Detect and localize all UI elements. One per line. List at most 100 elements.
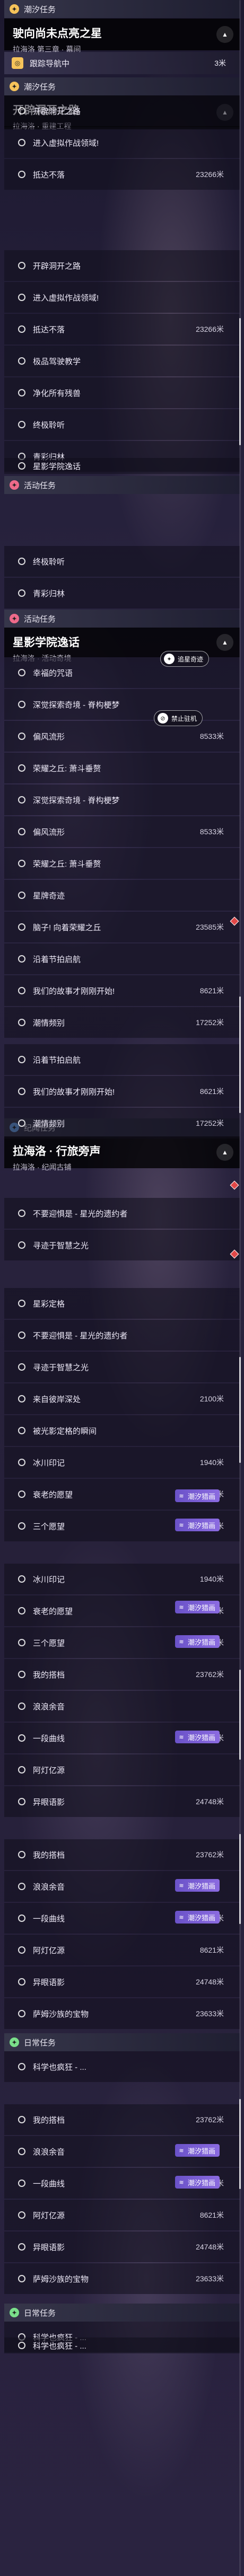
quest-step-row[interactable]: 沿着节拍启航 — [4, 1044, 240, 1075]
quest-step-row[interactable]: 脑子! 向着荣耀之丘 23585米 — [4, 912, 240, 942]
quest-step-row[interactable]: 阿灯亿源 8621米 — [4, 1935, 240, 1965]
section-header: ✦ 潮汐任务 — [4, 0, 240, 18]
quest-step-row[interactable]: 我的搭档 23762米 — [4, 1659, 240, 1690]
step-circle-icon — [18, 2010, 25, 2017]
step-circle-icon — [18, 987, 25, 994]
quest-step-row[interactable]: 终极聆听 — [4, 546, 240, 577]
quest-step-row[interactable]: 寻迹于智慧之光 — [4, 1352, 240, 1382]
step-text: 终极聆听 — [33, 420, 65, 430]
quest-step-row[interactable]: 荣耀之丘: 萧斗垂赘 — [4, 848, 240, 879]
quest-step-row[interactable]: 异眼语影 24748米 — [4, 2231, 240, 2262]
quest-step-row[interactable]: 我们的故事才刚刚开始! 8621米 — [4, 975, 240, 1006]
quest-step-row[interactable]: 科学也疯狂 - ... — [4, 2051, 240, 2082]
quest-step-row[interactable]: 异眼语影 24748米 — [4, 1966, 240, 1997]
tracking-bar[interactable]: ◎ 跟踪导航中 3米 — [4, 52, 240, 74]
step-distance: 8533米 — [199, 732, 224, 740]
quest-step-row[interactable]: 萨姆沙族的宝物 23633米 — [4, 1998, 240, 2029]
chevron-up-icon[interactable]: ▲ — [216, 1144, 233, 1161]
scrollbar-thumb[interactable] — [239, 1357, 241, 1463]
quest-step-row[interactable]: 净化所有残兽 — [4, 377, 240, 408]
section-dot-icon: ✦ — [10, 2037, 19, 2047]
quest-header[interactable]: 驶向尚未点亮之星 拉海洛 第三章 · 幕间 ▲ — [4, 19, 240, 54]
quest-step-row-partial[interactable]: 科学也疯狂 - ... — [4, 2337, 240, 2353]
quest-step-row[interactable]: 来自彼岸深处 2100米 — [4, 1383, 240, 1414]
quest-step-row[interactable]: 开辟洞开之路 — [4, 95, 240, 126]
scrollbar-thumb[interactable] — [239, 1670, 241, 1760]
step-circle-icon — [18, 892, 25, 899]
badge-label: 潮汐猎画 — [188, 1913, 216, 1922]
quest-step-row[interactable]: 沿着节拍启航 — [4, 943, 240, 974]
quest-title: 拉海洛 · 行旅旁声 — [13, 1145, 101, 1158]
quest-step-row-partial[interactable]: 星影学院逸话 — [4, 458, 240, 474]
quest-step-row[interactable]: 开辟洞开之路 — [4, 250, 240, 281]
step-circle-icon — [18, 796, 25, 804]
quest-step-row[interactable]: 终极聆听 — [4, 409, 240, 440]
quest-step-row[interactable]: 浪浪余音 — [4, 1691, 240, 1722]
section-header: ✦ 活动任务 — [4, 610, 240, 628]
wave-icon: ≋ — [179, 1734, 184, 1741]
step-circle-icon — [18, 1363, 25, 1371]
step-distance: 23633米 — [196, 2009, 224, 2018]
step-text: 星牌奇迹 — [33, 891, 65, 901]
scrollbar-thumb[interactable] — [239, 318, 241, 445]
step-text: 抵达不落 — [33, 170, 65, 180]
quest-step-row[interactable]: 不要迎惧是 - 星光的遗约者 — [4, 1320, 240, 1351]
scrollbar-thumb[interactable] — [239, 996, 241, 1113]
quest-step-row[interactable]: 星彩定格 — [4, 1288, 240, 1319]
quest-step-row[interactable]: 深觉探索奇境 - 脊构梗梦 — [4, 689, 240, 720]
section-dot-icon: ✦ — [10, 480, 19, 490]
chevron-up-icon[interactable]: ▲ — [216, 634, 233, 651]
quest-step-row[interactable]: 荣耀之丘: 萧斗垂赘 — [4, 753, 240, 783]
status-pill[interactable]: ⊘ 禁止驻机 — [154, 710, 203, 726]
quest-step-row[interactable]: 青彩归林 — [4, 578, 240, 608]
quest-step-row[interactable]: 进入虚拟作战领域! — [4, 127, 240, 158]
chevron-up-icon[interactable]: ▲ — [216, 26, 233, 43]
quest-step-row[interactable]: 阿灯亿源 8621米 — [4, 2200, 240, 2230]
quest-step-row[interactable]: 进入虚拟作战领域! — [4, 282, 240, 313]
pill-label: 追星奇迹 — [178, 655, 204, 663]
status-pill[interactable]: ✦ 追星奇迹 — [160, 651, 210, 667]
step-text: 一段曲线 — [33, 1914, 65, 1924]
quest-step-row[interactable]: 被光影定格的瞬间 — [4, 1415, 240, 1446]
step-circle-icon — [18, 1702, 25, 1710]
step-text: 浪浪余音 — [33, 1702, 65, 1712]
quest-step-row[interactable]: 冰川印记 1940米 — [4, 1447, 240, 1478]
step-circle-icon — [18, 1607, 25, 1615]
step-text: 一段曲线 — [33, 1734, 65, 1743]
quest-step-row[interactable]: 星牌奇迹 — [4, 880, 240, 911]
step-circle-icon — [18, 1575, 25, 1583]
step-text: 被光影定格的瞬间 — [33, 1426, 97, 1436]
quest-step-row[interactable]: 极品驾驶教学 — [4, 346, 240, 376]
quest-step-row[interactable]: 异眼语影 24748米 — [4, 1786, 240, 1817]
step-text: 衰老的愿望 — [33, 1490, 73, 1499]
quest-step-row[interactable]: 冰川印记 1940米 — [4, 1564, 240, 1594]
quest-step-row[interactable]: 抵达不落 23266米 — [4, 314, 240, 345]
badge-label: 潮汐猎画 — [188, 1492, 216, 1501]
tide-badge: ≋ 潮汐猎画 — [175, 1601, 220, 1613]
step-text: 异眼语影 — [33, 1978, 65, 1987]
quest-step-row[interactable]: 抵达不落 23266米 — [4, 159, 240, 190]
step-text: 脑子! 向着荣耀之丘 — [33, 923, 101, 932]
step-distance: 23762米 — [196, 1670, 224, 1679]
quest-header[interactable]: 拉海洛 · 行旅旁声 拉海洛 · 纪闻古铺 ▲ — [4, 1136, 240, 1171]
quest-step-row[interactable]: 潮情频别 17252米 — [4, 1108, 240, 1139]
quest-step-row[interactable]: 潮情频别 17252米 — [4, 1007, 240, 1038]
step-text: 一段曲线 — [33, 2179, 65, 2189]
scrollbar-thumb[interactable] — [239, 2099, 241, 2189]
quest-step-row[interactable]: 我们的故事才刚刚开始! 8621米 — [4, 1076, 240, 1107]
step-text: 科学也疯狂 - ... — [33, 2341, 86, 2351]
quest-step-row[interactable]: 深觉探索奇境 - 脊构梗梦 — [4, 784, 240, 815]
quest-step-row[interactable]: 偏风流形 8533米 — [4, 816, 240, 847]
step-text: 星彩定格 — [33, 1299, 65, 1309]
quest-step-row[interactable]: 我的搭档 23762米 — [4, 1839, 240, 1870]
quest-step-row[interactable]: 阿灯亿源 — [4, 1754, 240, 1785]
step-circle-icon — [18, 558, 25, 565]
quest-step-row[interactable]: 寻迹于智慧之光 — [4, 1230, 240, 1260]
scrollbar-thumb[interactable] — [239, 1834, 241, 1924]
quest-step-row[interactable]: 我的搭档 23762米 — [4, 2104, 240, 2135]
section-header: ✦ 活动任务 — [4, 476, 240, 494]
step-text: 星影学院逸话 — [33, 462, 81, 471]
quest-step-row[interactable]: 偏风流形 8533米 — [4, 721, 240, 752]
quest-step-row[interactable]: 萨姆沙族的宝物 23633米 — [4, 2263, 240, 2294]
quest-step-row[interactable]: 不要迎惧是 - 星光的遗约者 — [4, 1198, 240, 1229]
